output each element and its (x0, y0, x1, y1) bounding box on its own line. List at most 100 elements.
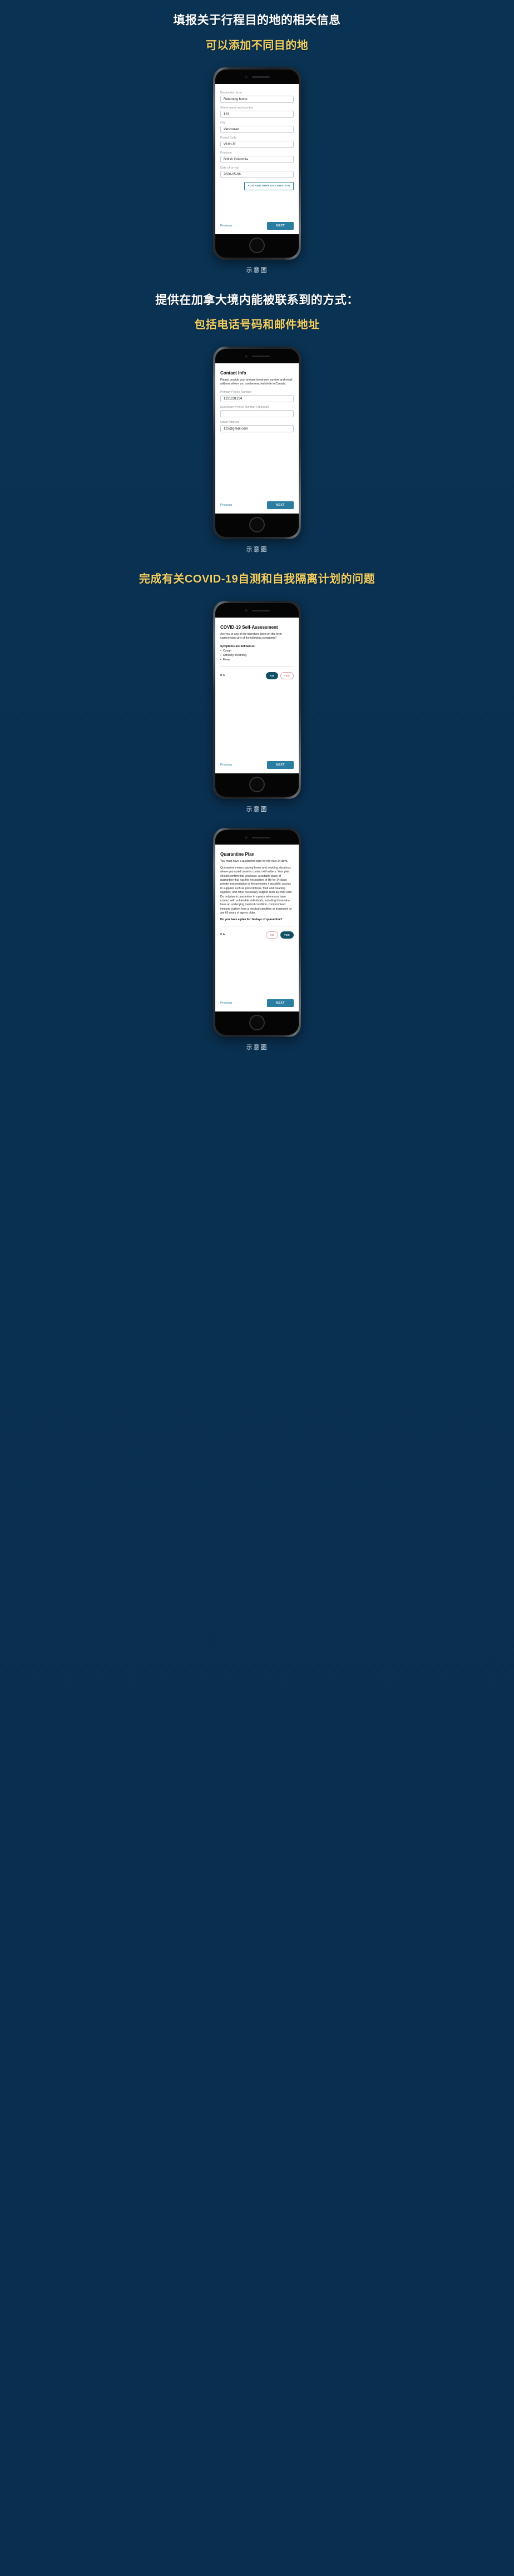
previous-button[interactable]: Previous (220, 1001, 232, 1005)
field-street: Street name and number 123 (220, 106, 294, 119)
add-another-destination-button[interactable]: ADD ANOTHER DESTINATION (244, 182, 294, 191)
earpiece-speaker-icon (252, 836, 270, 838)
front-camera-icon (245, 354, 248, 358)
next-button[interactable]: NEXT (267, 222, 294, 230)
section-destination: 填报关于行程目的地的相关信息 可以添加不同目的地 Destination typ… (0, 0, 514, 274)
field-destination-type: Destination type Returning home (220, 91, 294, 103)
primary-phone-input[interactable]: 1231231234 (220, 395, 294, 403)
field-label: Street name and number (220, 106, 254, 110)
quarantine-question: Do you have a plan for 14 days of quaran… (220, 918, 283, 922)
poster-page: 填报关于行程目的地的相关信息 可以添加不同目的地 Destination typ… (0, 0, 514, 2576)
field-label: Destination type (220, 91, 242, 95)
home-button-icon[interactable] (249, 1014, 265, 1030)
no-option-button[interactable]: NO (265, 931, 278, 939)
front-camera-icon (245, 609, 248, 612)
yes-no-toggle: NO YES (265, 931, 294, 939)
front-camera-icon (245, 76, 248, 79)
destination-type-input[interactable]: Returning home (220, 96, 294, 103)
section-quarantine: Quarantine Plan You must have a quaranti… (0, 827, 514, 1052)
screen-contact-info: Contact Info Please provide your primary… (215, 363, 299, 514)
screen-destination-form: Destination type Returning home Street n… (215, 84, 299, 235)
yes-option-button[interactable]: YES (280, 672, 294, 679)
phone-bottom-bezel (215, 234, 299, 258)
postal-code-input[interactable]: V1H1J3 (220, 141, 294, 149)
field-secondary-phone: Secondary Phone Number (optional) (220, 406, 294, 418)
section-covid: 完成有关COVID-19自测和自我隔离计划的问题 COVID-19 Self-A… (0, 573, 514, 813)
secondary-phone-input[interactable] (220, 410, 294, 418)
field-value: 2020-05-06 (224, 172, 241, 176)
front-camera-icon (245, 836, 248, 839)
yes-option-button[interactable]: YES (280, 931, 294, 939)
next-button[interactable]: NEXT (267, 999, 294, 1007)
field-postal-code: Postal Code V1H1J3 (220, 136, 294, 149)
caption-destination: 示意图 (246, 267, 268, 274)
section-1-heading-main: 填报关于行程目的地的相关信息 (173, 14, 341, 27)
phone-top-bezel (215, 348, 299, 363)
quarantine-title: Quarantine Plan (220, 851, 255, 857)
previous-button[interactable]: Previous (220, 224, 232, 228)
yes-no-toggle: NO YES (265, 672, 294, 679)
section-contact: 提供在加拿大境内能被联系到的方式： 包括电话号码和邮件地址 Contact In… (0, 293, 514, 553)
covid-question: Are you or any of the travellers listed … (220, 632, 282, 640)
city-input[interactable]: Vancouver (220, 126, 294, 134)
contact-info-intro: Please provide your primary telephone nu… (220, 378, 293, 386)
earpiece-speaker-icon (252, 609, 270, 611)
next-button[interactable]: NEXT (267, 501, 294, 509)
traveller-name: B A (220, 933, 225, 937)
province-input[interactable]: British Columbia (220, 156, 294, 164)
screen-covid-self-assessment: COVID-19 Self-Assessment Are you or any … (215, 617, 299, 773)
field-value: 123@gmail.com (224, 427, 248, 431)
phone-mockup-destination: Destination type Returning home Street n… (0, 67, 514, 260)
field-label: Primary Phone Number (220, 391, 252, 394)
field-email-address: Email Address 123@gmail.com (220, 421, 294, 433)
field-label: Date of arrival (220, 166, 239, 170)
section-3-heading-main: 完成有关COVID-19自测和自我隔离计划的问题 (139, 573, 375, 585)
home-button-icon[interactable] (249, 776, 265, 792)
list-item: Difficulty breathing (220, 654, 294, 658)
field-label: Email Address (220, 421, 240, 425)
previous-button[interactable]: Previous (220, 763, 232, 767)
home-button-icon[interactable] (249, 516, 265, 532)
caption-covid: 示意图 (246, 806, 268, 813)
field-label: Province (220, 151, 232, 155)
list-item: Cough (220, 649, 294, 654)
email-address-input[interactable]: 123@gmail.com (220, 425, 294, 433)
previous-button[interactable]: Previous (220, 504, 232, 507)
covid-title: COVID-19 Self-Assessment (220, 624, 278, 630)
field-date-of-arrival: Date of arrival 2020-05-06 (220, 166, 294, 179)
no-option-button[interactable]: NO (265, 672, 278, 679)
traveller-answer-row: B A NO YES (220, 672, 294, 679)
field-province: Province British Columbia (220, 151, 294, 164)
phone-bottom-bezel (215, 773, 299, 797)
field-value: 123 (224, 112, 230, 116)
phone-mockup-covid: COVID-19 Self-Assessment Are you or any … (0, 600, 514, 799)
earpiece-speaker-icon (252, 355, 270, 357)
date-of-arrival-input[interactable]: 2020-05-06 (220, 171, 294, 179)
phone-bottom-bezel (215, 513, 299, 537)
earpiece-speaker-icon (252, 76, 270, 78)
field-value: 1231231234 (224, 397, 243, 401)
caption-contact: 示意图 (246, 546, 268, 553)
field-label: Postal Code (220, 136, 237, 140)
caption-quarantine: 示意图 (246, 1044, 268, 1051)
home-button-icon[interactable] (249, 238, 265, 254)
phone-top-bezel (215, 603, 299, 618)
street-input[interactable]: 123 (220, 111, 294, 119)
field-city: City Vancouver (220, 121, 294, 134)
field-label: Secondary Phone Number (optional) (220, 406, 269, 409)
symptoms-list: Cough Difficulty breathing Fever (220, 649, 294, 662)
contact-info-title: Contact Info (220, 370, 246, 376)
phone-mockup-quarantine: Quarantine Plan You must have a quaranti… (0, 827, 514, 1037)
field-primary-phone: Primary Phone Number 1231231234 (220, 391, 294, 403)
field-value: V1H1J3 (224, 142, 236, 146)
list-item: Fever (220, 658, 294, 663)
phone-top-bezel (215, 70, 299, 85)
traveller-name: B A (220, 674, 225, 678)
phone-bottom-bezel (215, 1011, 299, 1035)
section-1-heading-sub: 可以添加不同目的地 (205, 40, 309, 52)
next-button[interactable]: NEXT (267, 761, 294, 769)
screen-quarantine-plan: Quarantine Plan You must have a quaranti… (215, 844, 299, 1011)
phone-mockup-contact: Contact Info Please provide your primary… (0, 346, 514, 539)
field-value: British Columbia (224, 157, 248, 161)
traveller-answer-row: B A NO YES (220, 931, 294, 939)
